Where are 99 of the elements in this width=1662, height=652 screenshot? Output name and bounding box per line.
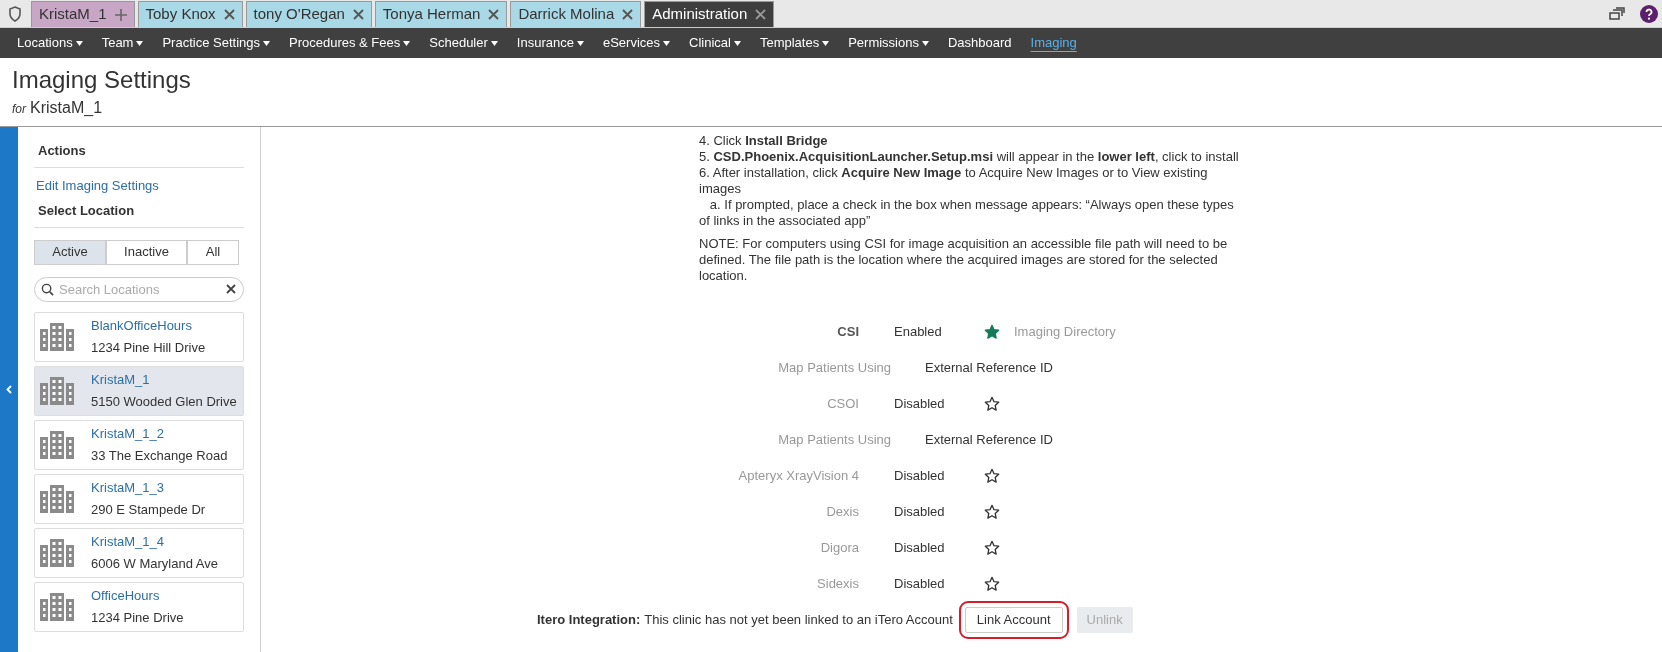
status-text: Disabled (894, 539, 946, 556)
tab[interactable]: Administration (644, 1, 775, 27)
close-icon[interactable] (755, 9, 767, 20)
note-text: NOTE: For computers using CSI for image acquisition an accessible file path will need to be defined. The file path is the location where the acquired images are stored for the selected location. (699, 236, 1229, 284)
tab[interactable]: KristaM_1 (31, 1, 135, 27)
star-icon[interactable] (984, 395, 1000, 412)
integration-name: CSI (836, 323, 859, 340)
nav-item[interactable]: Permissions (848, 33, 929, 53)
nav-item[interactable]: Dashboard (947, 33, 1012, 53)
close-icon[interactable] (488, 9, 500, 20)
nav-item[interactable]: Templates (759, 33, 830, 53)
help-icon[interactable] (1640, 4, 1658, 23)
location-address: 290 E Stampede Dr (91, 501, 206, 519)
close-icon[interactable] (352, 9, 364, 20)
star-icon[interactable] (984, 539, 1000, 556)
directory-label: Imaging Directory (1014, 323, 1116, 340)
integration-name: Sidexis (816, 575, 859, 592)
nav-item[interactable]: Practice Settings (162, 33, 270, 53)
location-card[interactable]: OfficeHours 1234 Pine Drive (34, 581, 244, 632)
status-text: Disabled (894, 395, 946, 412)
close-icon[interactable] (223, 9, 235, 20)
building-icon (40, 430, 74, 459)
building-icon (40, 592, 74, 621)
status-text: Disabled (894, 575, 946, 592)
filter-button[interactable]: Active (34, 239, 106, 265)
building-icon (40, 376, 74, 405)
tab-label: Administration (652, 4, 748, 25)
instruction-text: 5. CSD.Phoenix.AcquisitionLauncher.Setup.msi will appear in the lower left, click to install (699, 149, 1240, 165)
windows-icon[interactable] (1609, 6, 1625, 21)
section-title: Actions (34, 141, 244, 168)
tab-label: KristaM_1 (39, 4, 107, 25)
status-text: Enabled (894, 323, 943, 340)
location-name: KristaM_1 (91, 370, 151, 389)
star-icon[interactable] (984, 503, 1000, 520)
location-card[interactable]: KristaM_1_2 33 The Exchange Road (34, 419, 244, 470)
instruction-text: 4. Click Install Bridge (699, 133, 829, 149)
mapping-label: Map Patients Using (777, 359, 891, 376)
nav-item[interactable]: Team (101, 33, 144, 53)
shield-icon (8, 5, 22, 22)
location-name: KristaM_1_3 (91, 478, 165, 497)
building-icon (40, 322, 74, 351)
star-icon[interactable] (984, 323, 1000, 340)
search-field[interactable]: Search Locations (34, 276, 244, 302)
tab[interactable]: Toby Knox (137, 1, 243, 27)
itero-message: This clinic has not yet been linked to an iTero Account (644, 612, 953, 628)
location-address: 1234 Pine Hill Drive (91, 339, 206, 357)
location-card[interactable]: KristaM_1_4 6006 W Maryland Ave (34, 527, 244, 578)
clear-icon[interactable] (226, 283, 236, 294)
nav-item[interactable]: Insurance (516, 33, 584, 53)
tab[interactable]: Tonya Herman (374, 1, 508, 27)
status-text: Disabled (894, 467, 946, 484)
tab-label: tony O'Regan (253, 4, 345, 25)
section-title: Select Location (34, 195, 244, 228)
location-card[interactable]: KristaM_1_3 290 E Stampede Dr (34, 473, 244, 524)
location-name: OfficeHours (91, 586, 161, 605)
filter-button[interactable]: Inactive (106, 239, 187, 265)
tab[interactable]: Darrick Molina (510, 1, 642, 27)
link-account-button[interactable]: Link Account (964, 607, 1063, 633)
itero-label: Itero Integration: (537, 612, 641, 628)
location-card[interactable]: BlankOfficeHours 1234 Pine Hill Drive (34, 311, 244, 362)
nav-item[interactable]: eServices (602, 33, 670, 53)
tab-label: Toby Knox (145, 4, 216, 25)
mapping-label: Map Patients Using (777, 431, 891, 448)
integration-name: Digora (819, 539, 859, 556)
star-icon[interactable] (984, 575, 1000, 592)
tab-label: Darrick Molina (518, 4, 615, 25)
integration-name: CSOI (826, 395, 859, 412)
search-icon (41, 282, 54, 296)
nav-item[interactable]: Procedures & Fees (289, 33, 411, 53)
mapping-value: External Reference ID (925, 359, 1053, 376)
mapping-value: External Reference ID (925, 431, 1053, 448)
location-address: 6006 W Maryland Ave (91, 555, 218, 573)
tab[interactable]: tony O'Regan (245, 1, 372, 27)
edit-settings-link[interactable]: Edit Imaging Settings (34, 175, 244, 195)
location-name: KristaM_1_2 (91, 424, 165, 443)
nav-item[interactable]: Scheduler (429, 33, 498, 53)
close-icon[interactable] (622, 9, 634, 20)
page-title: Imaging Settings (12, 65, 192, 95)
location-name: BlankOfficeHours (91, 316, 193, 335)
location-card[interactable]: KristaM_1 5150 Wooded Glen Drive (34, 365, 244, 416)
nav-item[interactable]: Clinical (689, 33, 741, 53)
location-address: 5150 Wooded Glen Drive (91, 393, 237, 411)
nav-item[interactable]: Imaging (1030, 33, 1077, 53)
instruction-text: a. If prompted, place a check in the box when message appears: “Always open these types of links in the associated app” (699, 197, 1235, 229)
location-name: KristaM_1 (30, 98, 103, 118)
integration-name: Dexis (825, 503, 859, 520)
status-text: Disabled (894, 503, 946, 520)
for-label: for (12, 101, 26, 118)
nav-item[interactable]: Locations (17, 33, 83, 53)
filter-button[interactable]: All (187, 239, 239, 265)
location-address: 33 The Exchange Road (91, 447, 228, 465)
building-icon (40, 484, 74, 513)
tab-label: Tonya Herman (382, 4, 481, 25)
star-icon[interactable] (984, 467, 1000, 484)
building-icon (40, 538, 74, 567)
location-name: KristaM_1_4 (91, 532, 165, 551)
chevron-left-icon (6, 385, 12, 394)
integration-name: Apteryx XrayVision 4 (737, 467, 859, 484)
location-address: 1234 Pine Drive (91, 609, 184, 627)
